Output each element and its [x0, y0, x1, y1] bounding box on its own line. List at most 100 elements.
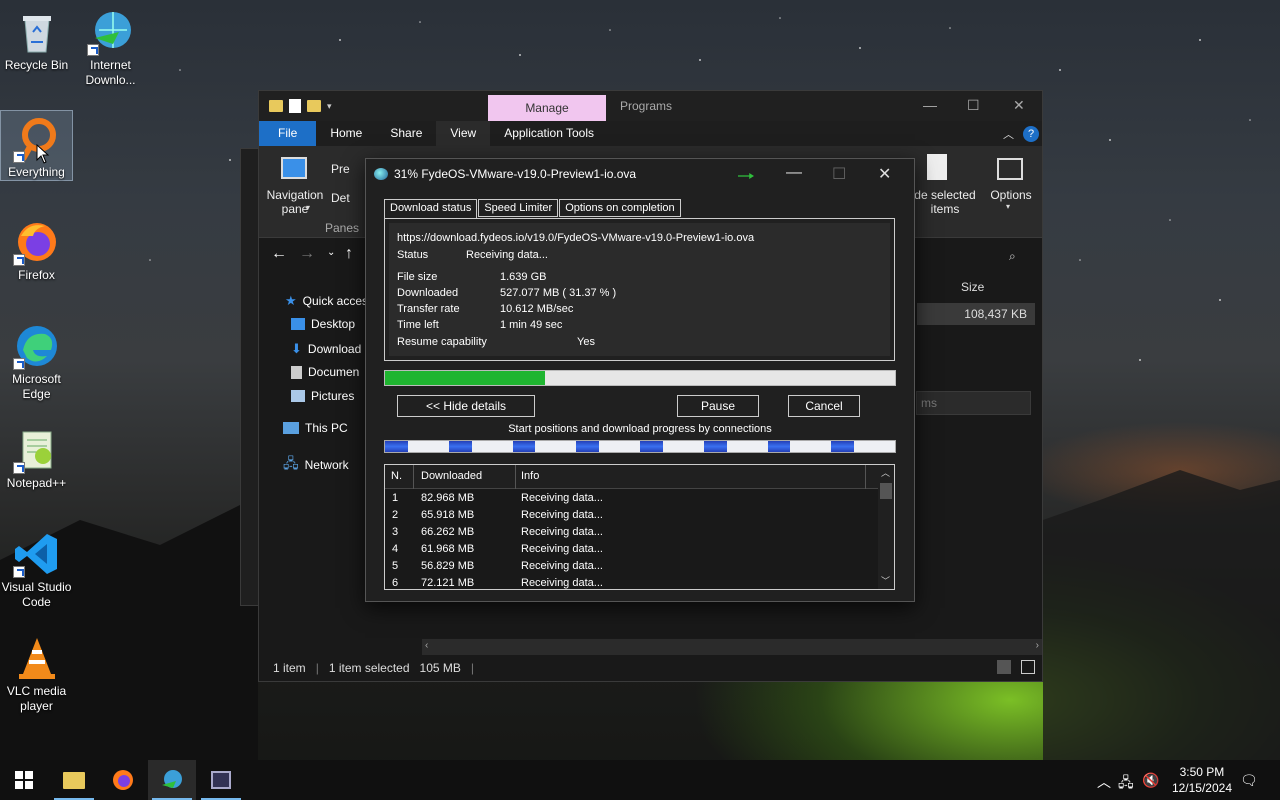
pause-button[interactable]: Pause — [677, 395, 759, 417]
table-row[interactable]: 5 56.829 MB Receiving data... — [385, 558, 879, 575]
status-size: 105 MB — [419, 661, 461, 675]
close-icon[interactable]: ✕ — [1013, 97, 1025, 114]
new-folder-icon[interactable] — [307, 100, 321, 112]
tab-view[interactable]: View — [436, 121, 491, 146]
navigation-pane-dropdown-icon: ▾ — [306, 203, 311, 212]
download-arrow-icon: ⬇ — [291, 341, 302, 356]
desktop-folder-icon — [291, 318, 305, 330]
hide-selected-items-button[interactable]: de selected items — [913, 188, 977, 216]
scroll-left-icon[interactable]: ‹ — [425, 640, 428, 651]
desktop-icon-notepad-plus-plus[interactable]: Notepad++ — [0, 422, 73, 491]
desktop-icon-visual-studio-code[interactable]: Visual Studio Code — [0, 526, 73, 610]
close-icon[interactable]: ✕ — [878, 164, 891, 184]
table-row[interactable]: 4 61.968 MB Receiving data... — [385, 541, 879, 558]
desktop-icon-internet-download-manager[interactable]: Internet Downlo... — [74, 4, 147, 88]
nav-downloads[interactable]: ⬇ Download — [291, 341, 361, 357]
up-arrow-icon[interactable]: ↑ — [345, 245, 353, 263]
volume-muted-icon[interactable]: 🔇 — [1142, 772, 1159, 789]
download-url: https://download.fydeos.io/v19.0/FydeOS-… — [397, 232, 755, 244]
desktop-icon-label: VLC media player — [6, 684, 67, 713]
scroll-right-icon[interactable]: › — [1036, 640, 1039, 651]
minimize-icon[interactable]: — — [786, 164, 802, 182]
connection-number: 3 — [392, 526, 399, 538]
tab-application-tools[interactable]: Application Tools — [490, 121, 608, 146]
selected-file-size[interactable]: 108,437 KB — [917, 303, 1035, 325]
navigation-pane-button[interactable]: Navigation pane — [265, 188, 325, 216]
recent-locations-icon[interactable]: ⌄ — [327, 247, 335, 258]
nav-quick-access[interactable]: ★ Quick acces — [285, 293, 368, 309]
properties-check-icon[interactable] — [289, 99, 301, 113]
tab-options-on-completion[interactable]: Options on completion — [559, 199, 681, 217]
column-header-size[interactable]: Size — [961, 280, 984, 294]
taskbar-idm[interactable] — [148, 760, 196, 800]
help-icon[interactable]: ? — [1023, 126, 1039, 142]
desktop-icon-recycle-bin[interactable]: Recycle Bin — [0, 4, 73, 73]
scroll-down-icon[interactable]: ﹀ — [881, 574, 890, 587]
tab-share[interactable]: Share — [376, 121, 436, 146]
horizontal-scrollbar[interactable]: ‹ › — [422, 639, 1042, 655]
idm-tabs: Download status Speed Limiter Options on… — [384, 199, 682, 219]
tab-file[interactable]: File — [259, 121, 317, 146]
preview-pane-button[interactable]: Pre — [331, 162, 350, 176]
tab-download-status[interactable]: Download status — [384, 199, 478, 219]
network-icon[interactable]: 🖧 — [1118, 772, 1134, 796]
download-progress-fill — [385, 371, 545, 385]
desktop-icon-microsoft-edge[interactable]: Microsoft Edge — [0, 318, 73, 402]
table-row[interactable]: 6 72.121 MB Receiving data... — [385, 575, 879, 592]
taskbar-app[interactable] — [197, 760, 245, 800]
cancel-button[interactable]: Cancel — [788, 395, 860, 417]
notifications-icon[interactable]: 🗨 — [1240, 772, 1258, 789]
taskbar-clock[interactable]: 3:50 PM 12/15/2024 — [1172, 764, 1232, 796]
desktop-icon-firefox[interactable]: Firefox — [0, 214, 73, 283]
details-view-icon[interactable] — [997, 660, 1011, 674]
minimize-icon[interactable]: — — [923, 97, 937, 113]
nav-network[interactable]: 🖧 Network — [283, 453, 349, 477]
firefox-icon — [12, 218, 61, 266]
tab-manage[interactable]: Manage — [488, 95, 606, 121]
column-header-downloaded[interactable]: Downloaded — [421, 470, 482, 482]
show-hidden-icons-icon[interactable]: ︿ — [1097, 772, 1111, 792]
column-header-number[interactable]: N. — [391, 470, 402, 482]
back-arrow-icon[interactable]: ← — [271, 245, 287, 263]
column-header-info[interactable]: Info — [521, 470, 539, 482]
scrollbar-thumb[interactable] — [880, 483, 892, 499]
table-row[interactable]: 1 82.968 MB Receiving data... — [385, 490, 879, 507]
large-icons-view-icon[interactable] — [1021, 660, 1035, 674]
desktop-icon-vlc[interactable]: VLC media player — [0, 630, 73, 714]
search-input[interactable]: ms — [916, 391, 1031, 415]
nav-documents[interactable]: Documen — [291, 365, 359, 379]
explorer-status-bar: 1 item | 1 item selected 105 MB | — [259, 655, 1042, 681]
table-row[interactable]: 3 66.262 MB Receiving data... — [385, 524, 879, 541]
collapse-ribbon-icon[interactable]: ︿ — [1003, 126, 1014, 142]
connections-vertical-scrollbar[interactable]: ︿ ﹀ — [878, 465, 894, 589]
nav-label: This PC — [305, 421, 348, 435]
connection-info: Receiving data... — [521, 543, 603, 555]
nav-pictures[interactable]: Pictures — [291, 389, 354, 403]
table-row[interactable]: 2 65.918 MB Receiving data... — [385, 507, 879, 524]
forward-arrow-icon[interactable]: → — [299, 245, 315, 263]
scroll-up-icon[interactable]: ︿ — [881, 466, 890, 479]
details-pane-button[interactable]: Det — [331, 191, 350, 205]
hide-details-button[interactable]: << Hide details — [397, 395, 535, 417]
desktop-icon-label: Microsoft Edge — [12, 372, 61, 401]
nav-desktop[interactable]: Desktop — [291, 317, 355, 331]
qat-dropdown-icon[interactable]: ▾ — [327, 101, 332, 112]
column-divider — [413, 465, 414, 489]
taskbar: ︿ 🖧 🔇 3:50 PM 12/15/2024 🗨 — [0, 760, 1280, 800]
file-explorer-icon — [63, 771, 85, 789]
tab-speed-limiter[interactable]: Speed Limiter — [478, 199, 559, 217]
tab-home[interactable]: Home — [316, 121, 376, 146]
maximize-icon[interactable]: ☐ — [967, 97, 980, 114]
nav-label: Documen — [308, 365, 360, 379]
shortcut-arrow-icon — [86, 44, 99, 56]
nav-this-pc[interactable]: This PC — [283, 421, 348, 435]
folder-icon[interactable] — [269, 100, 283, 112]
taskbar-firefox[interactable] — [99, 760, 147, 800]
download-info-box: https://download.fydeos.io/v19.0/FydeOS-… — [389, 223, 890, 356]
start-button[interactable] — [0, 760, 48, 800]
options-button[interactable]: Options — [987, 188, 1035, 202]
shortcut-arrow-icon — [12, 151, 25, 163]
connection-number: 4 — [392, 543, 399, 555]
hide-selected-items-icon — [927, 154, 947, 180]
taskbar-file-explorer[interactable] — [50, 760, 98, 800]
